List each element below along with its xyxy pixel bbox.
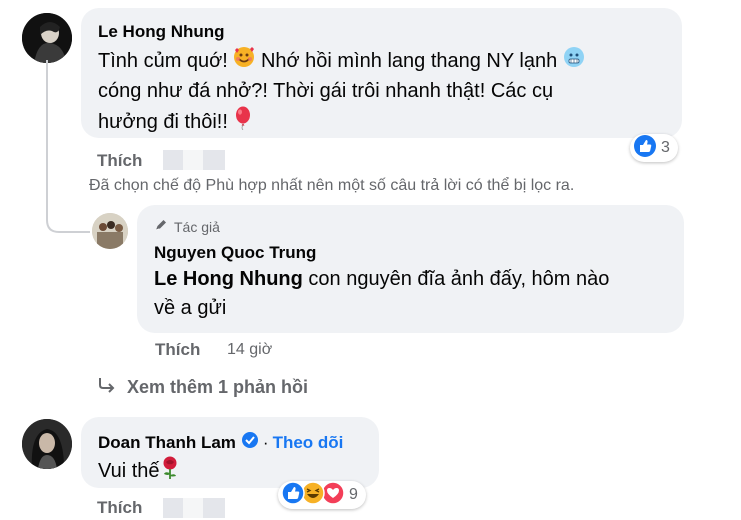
comment-header: Doan Thanh Lam · Theo dõi	[98, 431, 343, 454]
view-more-replies[interactable]: Xem thêm 1 phản hồi	[97, 376, 308, 399]
reaction-count: 3	[661, 139, 670, 156]
author-badge: Tác giả	[154, 218, 220, 235]
reaction-summary[interactable]: 3	[630, 134, 678, 162]
reply-text-line: về a gửi	[154, 297, 227, 319]
author-badge-label: Tác giả	[174, 218, 220, 235]
comment-text: Vui thế	[98, 455, 180, 488]
reply-text-line: con nguyên đĩa ảnh đấy, hôm nào	[302, 268, 610, 290]
follow-link[interactable]: Theo dõi	[273, 433, 344, 453]
like-reaction-icon	[633, 134, 657, 163]
reply-bubble: Tác giả Nguyen Quoc Trung Le Hong Nhung …	[137, 205, 684, 333]
comment-bubble: Le Hong Nhung Tình củm quớ! Nhớ hồi mình…	[81, 8, 682, 138]
like-button[interactable]: Thích	[97, 151, 142, 171]
comment-author[interactable]: Le Hong Nhung	[98, 22, 225, 42]
like-button[interactable]: Thích	[97, 498, 142, 518]
reply-thread-line	[46, 60, 90, 233]
comment-text: Tình củm quớ! Nhớ hồi mình lang thang NY…	[98, 46, 678, 139]
reply-arrow-icon	[97, 376, 117, 399]
reply-text: Le Hong Nhung con nguyên đĩa ảnh đấy, hô…	[154, 265, 679, 323]
avatar-le-hong-nhung[interactable]	[22, 13, 72, 63]
comment-author[interactable]: Doan Thanh Lam	[98, 433, 236, 453]
like-reaction-icon	[281, 480, 305, 510]
smiling-face-with-hearts-icon	[233, 46, 255, 77]
avatar-image	[92, 213, 128, 249]
blurred-timestamp	[163, 498, 225, 518]
author-badge-icon	[154, 218, 168, 235]
mention-link[interactable]: Le Hong Nhung	[154, 268, 303, 290]
comment-bubble: Doan Thanh Lam · Theo dõi Vui thế	[81, 417, 379, 488]
reaction-summary[interactable]: 9	[278, 480, 366, 510]
comment-text-line: hưởng đi thôi!!	[98, 110, 234, 133]
red-balloon-icon	[233, 106, 253, 139]
avatar-doan-thanh-lam[interactable]	[22, 419, 72, 469]
comment-text-line: Nhớ hồi mình lang thang NY lạnh	[255, 49, 558, 72]
separator: ·	[262, 432, 269, 452]
rose-icon	[160, 455, 180, 488]
verified-badge-icon	[241, 431, 259, 454]
reply-timestamp[interactable]: 14 giờ	[227, 341, 272, 359]
reaction-count: 9	[349, 486, 358, 503]
comment-text-line: Tình củm quớ!	[98, 49, 234, 72]
avatar-image	[22, 13, 72, 63]
cold-face-icon	[563, 46, 585, 77]
avatar-nguyen-quoc-trung[interactable]	[92, 213, 128, 249]
view-more-replies-label: Xem thêm 1 phản hồi	[127, 377, 309, 397]
avatar-image	[22, 419, 72, 469]
comment-text-line: cóng như đá nhở?! Thời gái trôi nhanh th…	[98, 80, 554, 102]
comment-text-line: Vui thế	[98, 459, 160, 482]
reply-like-button[interactable]: Thích	[155, 340, 200, 360]
reply-author[interactable]: Nguyen Quoc Trung	[154, 243, 316, 263]
blurred-timestamp	[163, 150, 225, 170]
filter-notice: Đã chọn chế độ Phù hợp nhất nên một số c…	[89, 177, 575, 194]
